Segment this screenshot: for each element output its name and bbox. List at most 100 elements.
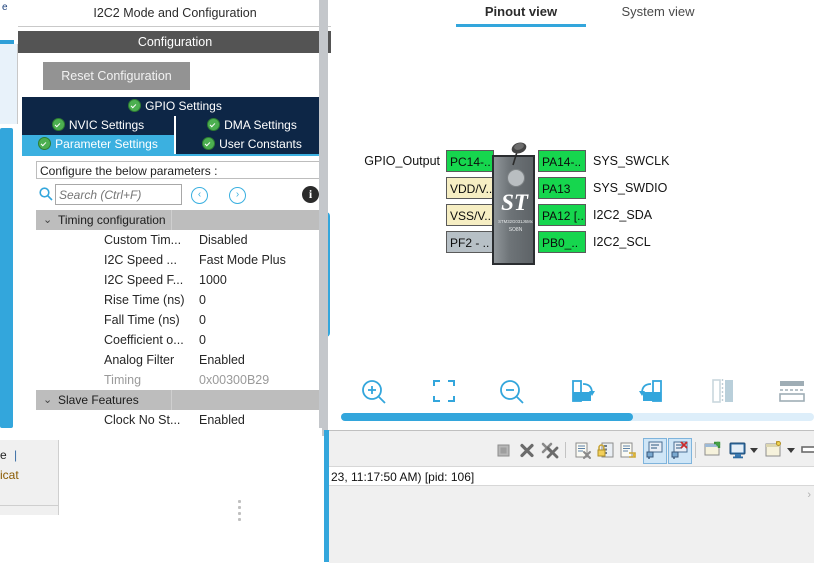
tab-parameter-settings[interactable]: Parameter Settings xyxy=(22,135,174,154)
table-view-icon[interactable] xyxy=(770,375,814,409)
lock-scroll-icon[interactable] xyxy=(596,439,616,461)
pin-console-error-icon[interactable] xyxy=(668,438,692,464)
display-console-icon[interactable] xyxy=(728,439,748,461)
chip-part-number: STM32G031J6Mx xyxy=(498,219,533,224)
search-prev-button[interactable]: ‹ xyxy=(191,187,208,204)
tab-user-constants[interactable]: User Constants xyxy=(176,135,328,154)
console-output-area[interactable] xyxy=(329,487,814,507)
param-name: Coefficient o... xyxy=(104,333,184,347)
display-console-dropdown-icon[interactable] xyxy=(748,439,760,461)
param-value[interactable]: 0 xyxy=(199,330,206,350)
pin-pa14[interactable]: PA14-.. xyxy=(538,150,586,172)
tab-pinout-view[interactable]: Pinout view xyxy=(456,0,586,26)
pushpin-icon[interactable] xyxy=(508,142,528,166)
remove-all-terminated-icon[interactable] xyxy=(540,439,560,461)
console-toolbar xyxy=(329,436,814,464)
check-circle-icon xyxy=(128,99,142,112)
signal-label-right-4: I2C2_SCL xyxy=(593,235,651,249)
left-strip-top: e xyxy=(0,0,19,40)
zoom-in-icon[interactable] xyxy=(352,375,396,409)
param-value[interactable]: Enabled xyxy=(199,410,245,430)
panel-divider-rail[interactable] xyxy=(319,0,328,436)
console-resize-grip[interactable] xyxy=(238,500,242,522)
tab-dma-settings[interactable]: DMA Settings xyxy=(176,116,328,135)
group-header-timing-configuration[interactable]: ⌄ Timing configuration xyxy=(36,210,328,230)
tab-gpio-settings[interactable]: GPIO Settings xyxy=(22,97,328,116)
open-console-icon[interactable] xyxy=(703,439,723,461)
tab-selection-underline xyxy=(22,154,328,156)
param-name: Analog Filter xyxy=(104,353,175,367)
clear-console-icon[interactable] xyxy=(573,439,593,461)
param-value[interactable]: Disabled xyxy=(199,230,248,250)
chip-pinout-diagram: GPIO_Output PC14-.. VDD/V.. VSS/V.. PF2 … xyxy=(364,142,788,270)
table-row[interactable]: Clock No St... Enabled xyxy=(36,410,328,430)
zoom-out-icon[interactable] xyxy=(490,375,534,409)
table-row[interactable]: Rise Time (ns) 0 xyxy=(36,290,328,310)
group-label: Slave Features xyxy=(58,393,139,407)
param-value[interactable]: 0 xyxy=(199,310,206,330)
tab-nvic-settings[interactable]: NVIC Settings xyxy=(22,116,174,135)
pin-console-icon[interactable] xyxy=(643,438,667,464)
group-label: Timing configuration xyxy=(58,213,166,227)
group-header-slave-features[interactable]: ⌄ Slave Features xyxy=(36,390,328,410)
table-row[interactable]: Fall Time (ns) 0 xyxy=(36,310,328,330)
search-icon xyxy=(38,186,54,202)
chip-package-body[interactable]: ST STM32G031J6Mx SO8N xyxy=(492,155,535,265)
pin-pa13[interactable]: PA13 xyxy=(538,177,586,199)
panel-title: I2C2 Mode and Configuration xyxy=(18,0,332,27)
chevron-right-icon: › xyxy=(807,489,811,501)
terminate-icon[interactable] xyxy=(494,439,514,461)
show-console-on-output-icon[interactable] xyxy=(619,439,639,461)
console-view: 23, 11:17:50 AM) [pid: 106] › xyxy=(329,430,814,563)
rotate-left-icon[interactable] xyxy=(631,375,675,409)
chevron-down-icon: ⌄ xyxy=(43,214,53,226)
table-row[interactable]: Coefficient o... 0 xyxy=(36,330,328,350)
table-row[interactable]: I2C Speed ... Fast Mode Plus xyxy=(36,250,328,270)
remove-launch-icon[interactable] xyxy=(517,439,537,461)
param-value[interactable]: Enabled xyxy=(199,350,245,370)
i2c-configuration-panel: I2C2 Mode and Configuration Configuratio… xyxy=(18,0,337,436)
parameter-list[interactable]: ⌄ Timing configuration Custom Tim... Dis… xyxy=(36,210,328,436)
left-edge-strip: e xyxy=(0,0,19,440)
chevron-down-icon: ⌄ xyxy=(43,394,53,406)
param-name: Timing xyxy=(104,373,142,387)
info-icon[interactable]: i xyxy=(302,186,319,203)
signal-label-left-1: GPIO_Output xyxy=(364,154,440,168)
configuration-band-header: Configuration xyxy=(18,31,332,53)
left-vertical-scrollbar[interactable] xyxy=(0,128,13,428)
tab-dma-settings-label: DMA Settings xyxy=(224,118,297,132)
left-pale-panel xyxy=(0,44,18,124)
background-text-fragment-1: e xyxy=(0,448,7,462)
background-pipe-fragment: | xyxy=(14,448,18,462)
pin-vdd[interactable]: VDD/V.. xyxy=(446,177,494,199)
check-circle-icon xyxy=(207,118,221,131)
pin-vss[interactable]: VSS/V.. xyxy=(446,204,494,226)
tab-row-1: GPIO Settings xyxy=(22,97,328,116)
param-value[interactable]: Fast Mode Plus xyxy=(199,250,286,270)
pin-pa12[interactable]: PA12 [.. xyxy=(538,204,586,226)
new-console-icon[interactable] xyxy=(764,439,784,461)
reset-configuration-button[interactable]: Reset Configuration xyxy=(43,62,190,90)
search-input[interactable] xyxy=(55,184,182,205)
minimize-icon[interactable] xyxy=(799,439,814,461)
rotate-right-icon[interactable] xyxy=(561,375,605,409)
search-next-button[interactable]: › xyxy=(229,187,246,204)
configure-parameters-label: Configure the below parameters : xyxy=(36,161,328,179)
st-logo-icon: ST xyxy=(501,190,528,215)
param-name: Clock No St... xyxy=(104,413,181,427)
table-row[interactable]: Custom Tim... Disabled xyxy=(36,230,328,250)
pin-pb0[interactable]: PB0_.. xyxy=(538,231,586,253)
table-row[interactable]: Analog Filter Enabled xyxy=(36,350,328,370)
param-value[interactable]: 0 xyxy=(199,290,206,310)
flip-horizontal-icon[interactable] xyxy=(701,375,745,409)
fit-to-screen-icon[interactable] xyxy=(422,375,466,409)
new-console-dropdown-icon[interactable] xyxy=(785,439,797,461)
table-row[interactable]: I2C Speed F... 1000 xyxy=(36,270,328,290)
pinout-horizontal-scrollbar-thumb[interactable] xyxy=(341,413,633,421)
pin-pf2[interactable]: PF2 - .. xyxy=(446,231,494,253)
background-panel-separator xyxy=(0,505,58,506)
tab-pinout-underline xyxy=(456,24,586,27)
param-value[interactable]: 1000 xyxy=(199,270,227,290)
pin-pc14[interactable]: PC14-.. xyxy=(446,150,494,172)
tab-system-view[interactable]: System view xyxy=(598,0,718,26)
